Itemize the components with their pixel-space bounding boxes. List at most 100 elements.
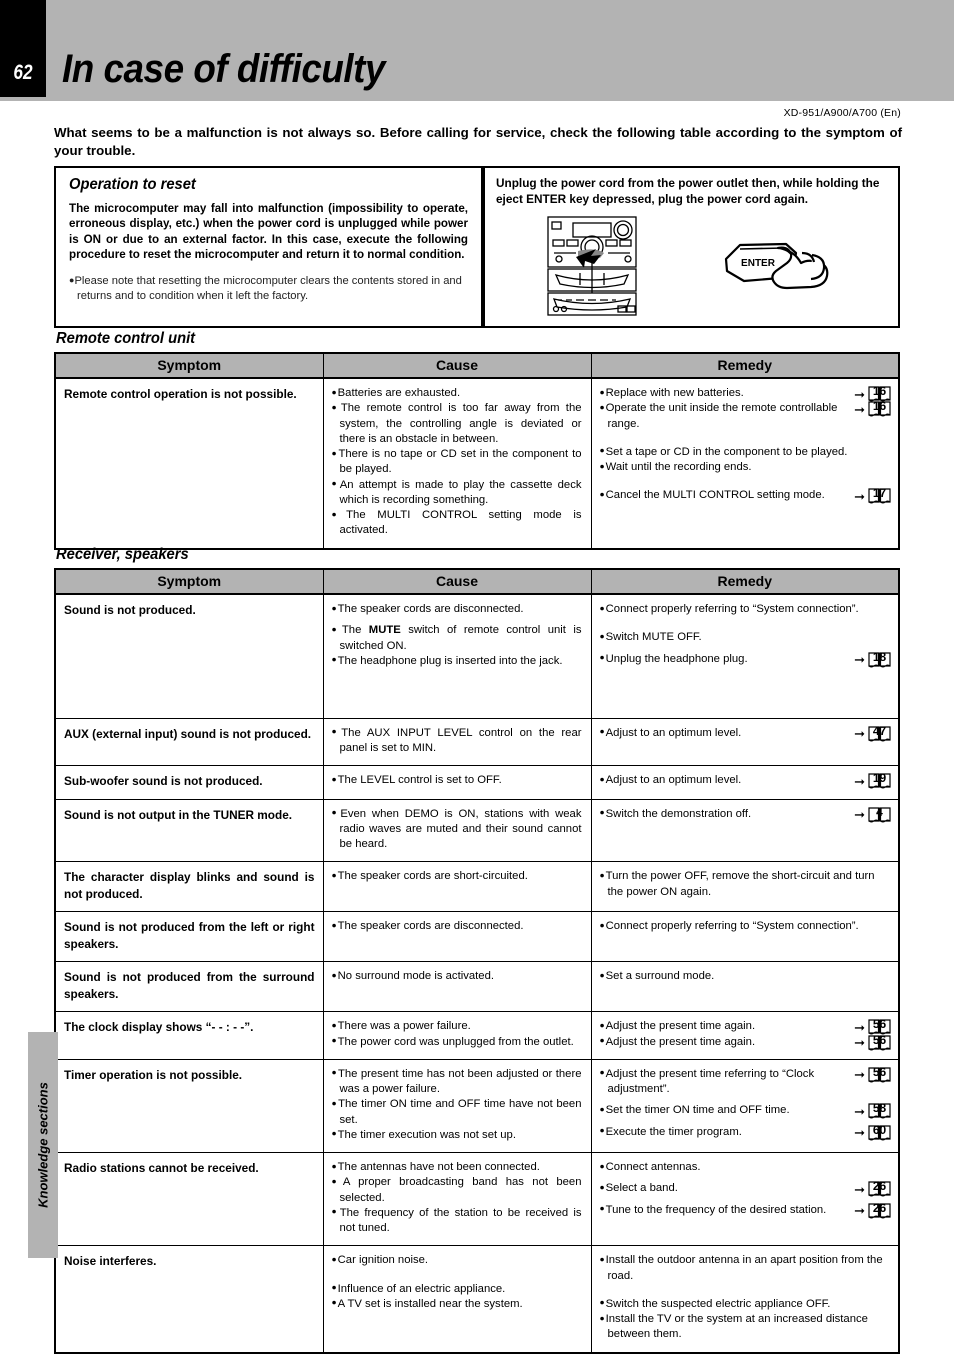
reset-description-box: Operation to reset The microcomputer may…	[54, 166, 483, 328]
bullet-icon: ●	[599, 652, 605, 662]
cell-remedy: ●Connect antennas. ●Select a band. ➞ 26 ●Tun…	[590, 1152, 900, 1247]
remedy-line: ●Switch MUTE OFF.	[599, 630, 893, 645]
remedy-item: ●Install the outdoor antenna in an apart…	[599, 1253, 883, 1282]
page-header-band: 62 In case of difficulty	[0, 0, 954, 101]
cell-cause: ●The antennas have not been connected. ●A…	[322, 1152, 592, 1247]
symptom-text: Remote control operation is not possible…	[64, 387, 297, 401]
bullet-icon: ●	[599, 919, 605, 930]
bullet-icon: ●	[331, 602, 337, 613]
cause-item: ●The frequency of the station to be rece…	[331, 1206, 582, 1235]
book-icon: 17	[867, 486, 892, 506]
page-reference[interactable]: ➞ 4	[854, 805, 892, 825]
arrow-right-icon: ➞	[854, 1125, 865, 1141]
cause-item: ●The AUX INPUT LEVEL control on the rear…	[331, 726, 582, 754]
remedy-line: ●Tune to the frequency of the desired st…	[599, 1201, 893, 1221]
bullet-icon: ●	[599, 1103, 605, 1114]
table-row: Sound is not produced from the left or r…	[54, 911, 900, 963]
bullet-icon: ●	[599, 1253, 605, 1264]
cause-item: ●The speaker cords are disconnected.	[331, 602, 524, 616]
remedy-item: ●Execute the timer program.	[599, 1125, 742, 1138]
table-row: Sound is not produced. ●The speaker cords…	[54, 593, 900, 719]
cause-item: ●The LEVEL control is set to OFF.	[331, 773, 502, 787]
remedy-item: ●Adjust the present time again.	[599, 1035, 756, 1048]
arrow-right-icon: ➞	[854, 1035, 865, 1051]
page-reference[interactable]: ➞ 47	[854, 724, 892, 744]
page-number-ref: 56	[872, 1017, 887, 1032]
table-row: The character display blinks and sound i…	[54, 861, 900, 913]
reset-instruction-text: Unplug the power cord from the power out…	[496, 176, 880, 206]
page-reference[interactable]: ➞ 16	[854, 399, 892, 419]
page-number-ref: 19	[872, 771, 887, 785]
bullet-icon: ●	[331, 1282, 337, 1293]
bullet-icon: ●	[331, 1297, 337, 1308]
page-reference[interactable]: ➞ 58	[854, 1101, 892, 1121]
page-reference[interactable]: ➞ 19	[854, 771, 892, 791]
remedy-line: ●Adjust the present time referring to “C…	[599, 1065, 893, 1098]
cause-item: ●The timer execution was not set up.	[331, 1128, 516, 1141]
section-heading-remote-control: Remote control unit	[56, 330, 196, 347]
remedy-item: ●Connect properly referring to “System c…	[599, 602, 859, 616]
cell-remedy: ●Adjust the present time referring to “C…	[590, 1058, 900, 1154]
remedy-line: ●Execute the timer program. ➞ 60	[599, 1123, 893, 1143]
cell-symptom: Noise interferes.	[54, 1245, 324, 1354]
remedy-line: ●Switch the demonstration off. ➞ 4	[599, 805, 893, 825]
page-reference[interactable]: ➞ 26	[854, 1179, 892, 1199]
bullet-icon: ●	[599, 1035, 605, 1046]
table-row: Sound is not produced from the surround …	[54, 961, 900, 1013]
reset-note-text: Please note that resetting the microcomp…	[74, 275, 462, 302]
cell-remedy: ●Adjust to an optimum level. ➞ 47	[590, 717, 900, 766]
symptom-text: Sound is not produced from the surround …	[64, 970, 315, 1001]
book-icon: 18	[867, 650, 892, 670]
table-header-row: Symptom Cause Remedy	[54, 568, 900, 595]
page-number-ref: 26	[872, 1200, 887, 1215]
page-reference[interactable]: ➞ 26	[854, 1201, 892, 1221]
bullet-icon: ●	[331, 654, 337, 665]
bullet-icon: ●	[331, 1160, 337, 1171]
stereo-system-illustration	[547, 215, 637, 316]
table-row: Noise interferes. ●Car ignition noise. ●In…	[54, 1245, 900, 1354]
page-reference[interactable]: ➞ 17	[854, 486, 892, 506]
bullet-icon: ●	[331, 969, 337, 980]
page-reference[interactable]: ➞ 56	[854, 1065, 892, 1085]
symptom-text: Sound is not produced from the left or r…	[64, 920, 315, 951]
book-icon: 47	[867, 724, 892, 744]
bullet-icon: ●	[599, 1125, 605, 1136]
cell-cause: ●No surround mode is activated.	[322, 961, 592, 1013]
page-reference[interactable]: ➞ 60	[854, 1123, 892, 1143]
cause-item: ●Influence of an electric appliance.	[331, 1282, 506, 1295]
symptom-text: Sound is not output in the TUNER mode.	[64, 807, 293, 822]
bullet-icon: ●	[331, 1035, 337, 1046]
cause-item: ●The speaker cords are disconnected.	[331, 919, 524, 933]
bullet-icon: ●	[331, 807, 340, 818]
reset-note: ●Please note that resetting the microcom…	[69, 274, 468, 304]
remedy-item: ●Adjust to an optimum level.	[599, 773, 742, 787]
arrow-right-icon: ➞	[854, 652, 865, 667]
remedy-line: ●Switch the suspected electric appliance…	[599, 1297, 893, 1312]
bullet-icon: ●	[331, 1175, 342, 1186]
remedy-item: ●Adjust to an optimum level.	[599, 726, 742, 739]
remedy-item: ●Adjust the present time referring to “C…	[599, 1067, 815, 1096]
remedy-item: ●Set the timer ON time and OFF time.	[599, 1103, 790, 1117]
reset-figures: ENTER	[496, 213, 887, 321]
bullet-icon: ●	[599, 1181, 605, 1192]
cause-item: ●The speaker cords are short-circuited.	[331, 869, 528, 883]
page-title: In case of difficulty	[62, 47, 385, 91]
book-icon: 58	[867, 1101, 892, 1121]
symptom-text: Radio stations cannot be received.	[64, 1161, 259, 1176]
book-icon: 4	[867, 805, 892, 825]
column-header-cause: Cause	[322, 352, 592, 379]
model-number-line: XD-951/A900/A700 (En)	[783, 107, 901, 119]
cause-item: ●The timer ON time and OFF time have not…	[331, 1097, 582, 1126]
remedy-line: ●Adjust to an optimum level. ➞ 19	[599, 771, 893, 791]
arrow-right-icon: ➞	[854, 1103, 865, 1119]
page-reference[interactable]: ➞ 18	[854, 650, 892, 670]
cell-remedy: ●Adjust the present time again. ➞ 56 ●Adjus…	[590, 1011, 900, 1060]
remedy-line: ●Select a band. ➞ 26	[599, 1179, 893, 1199]
remedy-item: Replace with new batteries.	[605, 387, 744, 399]
book-icon: 16	[867, 399, 892, 419]
page-reference[interactable]: ➞ 56	[854, 1033, 892, 1053]
reset-instruction-box: Unplug the power cord from the power out…	[483, 166, 900, 328]
cell-cause: ●The AUX INPUT LEVEL control on the rear…	[322, 717, 592, 766]
remedy-item: ●Switch the demonstration off.	[599, 807, 752, 820]
cell-symptom: The clock display shows “- - : - -”.	[54, 1011, 324, 1060]
